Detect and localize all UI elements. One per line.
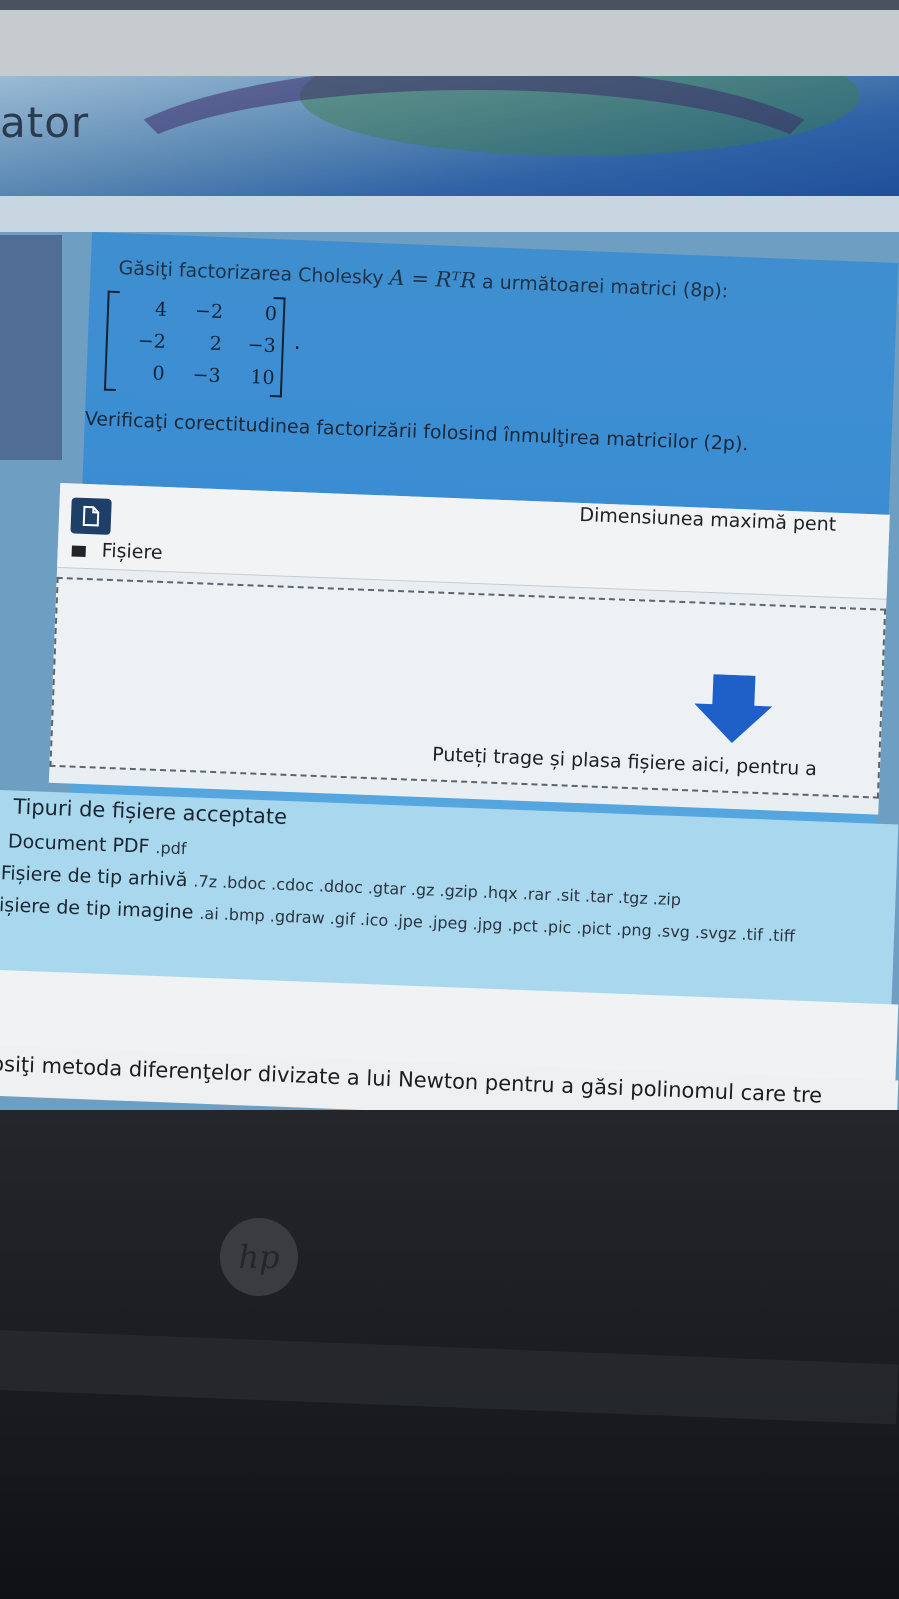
add-file-button[interactable] xyxy=(70,497,112,535)
top-navbar xyxy=(0,10,899,80)
matrix-period: . xyxy=(293,329,302,356)
matrix: 4 −2 0 −2 2 −3 0 −3 10 xyxy=(103,290,286,398)
dropzone-instructions: Puteți trage și plasa fișiere aici, pent… xyxy=(431,743,818,781)
file-type-name: Fișiere de tip arhivă xyxy=(0,862,188,892)
question-prefix: Găsiţi factorizarea Cholesky xyxy=(118,257,384,290)
site-banner: ator xyxy=(0,76,899,196)
matrix-cell: −2 xyxy=(137,329,167,353)
matrix-cell: −3 xyxy=(192,363,221,388)
file-type-name: Document PDF xyxy=(7,830,150,858)
matrix-cell: 10 xyxy=(249,366,275,390)
question-suffix: a următoarei matrici (8p): xyxy=(481,271,729,303)
matrix-cell: 0 xyxy=(264,302,278,326)
matrix-cell: 2 xyxy=(209,332,223,356)
download-arrow-icon xyxy=(694,674,773,743)
site-title[interactable]: ator xyxy=(0,98,89,147)
files-breadcrumb[interactable]: Fișiere xyxy=(101,540,163,564)
question-card: Găsiţi factorizarea Cholesky A = RᵀR a u… xyxy=(48,232,899,851)
matrix-cell: 4 xyxy=(154,298,168,321)
file-dropzone[interactable]: Puteți trage și plasa fișiere aici, pent… xyxy=(49,576,887,799)
verification-text: Verificaţi corectitudinea factorizării f… xyxy=(84,407,749,456)
banner-divider xyxy=(0,196,899,232)
matrix-cell: −2 xyxy=(194,300,224,324)
file-type-extensions: .pdf xyxy=(155,838,187,859)
matrix-cell: −3 xyxy=(247,334,277,358)
file-type-name: Fișiere de tip imagine xyxy=(0,893,194,924)
hp-logo: hp xyxy=(220,1218,298,1296)
file-type-extensions: .ai .bmp .gdraw .gif .ico .jpe .jpeg .jp… xyxy=(199,903,796,946)
accepted-types-title: Tipuri de fișiere acceptate xyxy=(12,794,288,830)
matrix-cell: 0 xyxy=(152,362,166,385)
file-upload-panel: Fișiere Dimensiunea maximă pent Puteți t… xyxy=(48,482,890,815)
folder-icon xyxy=(71,545,86,557)
cholesky-formula: A = RᵀR xyxy=(389,265,477,293)
file-type-group: Document PDF .pdf xyxy=(8,830,187,859)
file-icon xyxy=(82,505,100,527)
question-nav-sidebar[interactable] xyxy=(0,235,62,460)
